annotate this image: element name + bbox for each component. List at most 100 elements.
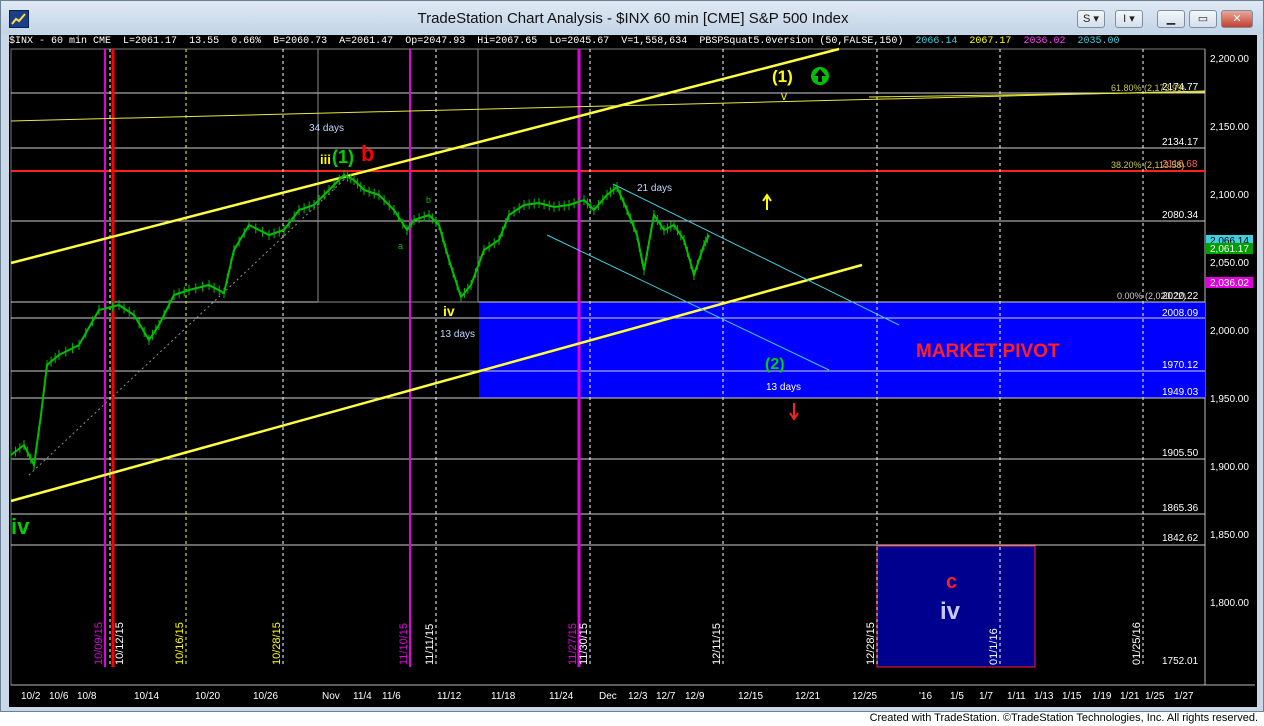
date-tick-label: 1/11	[1007, 691, 1026, 702]
price-tick-label: 2,150.00	[1210, 122, 1249, 133]
price-tick-label: 1,800.00	[1210, 598, 1249, 609]
wave-c-label: c	[946, 571, 957, 593]
price-chart[interactable]: 2,200.00 2,150.00 2,100.00 2,050.00 2,000.00…	[9, 35, 1257, 707]
vdate-9: 12/11/15	[711, 623, 723, 665]
date-tick-label: 10/2	[21, 691, 41, 702]
level-2080: 2080.34	[1162, 210, 1199, 221]
days-13-label-a: 13 days	[440, 329, 475, 340]
date-tick-label: Nov	[322, 691, 340, 702]
vdate-1: 10/09/15	[93, 622, 105, 665]
level-1949: 1949.03	[1162, 387, 1199, 398]
date-tick-label: '16	[919, 691, 932, 702]
price-tick-label: 1,950.00	[1210, 394, 1249, 405]
wave-b-small-label: b	[426, 195, 431, 205]
price-tick-label: 2,050.00	[1210, 258, 1249, 269]
s-button-label: S	[1083, 13, 1091, 25]
date-tick-label: 10/20	[195, 691, 220, 702]
close-icon: ✕	[1232, 13, 1242, 25]
level-1970: 1970.12	[1162, 360, 1199, 371]
price-tick-label: 2,000.00	[1210, 326, 1249, 337]
market-pivot-label: MARKET PIVOT	[916, 341, 1060, 362]
vdate-4: 10/28/15	[271, 622, 283, 665]
vdate-6: 11/11/15	[424, 624, 436, 665]
date-tick-label: 12/9	[685, 691, 705, 702]
date-tick-label: 1/15	[1062, 691, 1082, 702]
price-tick-label: 1,850.00	[1210, 530, 1249, 541]
wave-a-small-label: a	[398, 241, 403, 251]
i-button-label: I	[1123, 13, 1127, 25]
close-button[interactable]: ✕	[1221, 10, 1253, 28]
level-2134: 2134.17	[1162, 137, 1199, 148]
vdate-3: 10/16/15	[174, 622, 186, 665]
fib-trend-line	[28, 174, 350, 476]
date-tick-label: 11/12	[437, 691, 462, 702]
wave-2-label: (2)	[765, 356, 785, 373]
level-1752: 1752.01	[1162, 656, 1199, 667]
wave-1-label: (1)	[772, 67, 793, 86]
date-tick-label: 1/19	[1092, 691, 1112, 702]
date-tick-label: 11/24	[549, 691, 574, 702]
minimize-button[interactable]: ▁	[1157, 10, 1185, 28]
level-1905: 1905.50	[1162, 448, 1199, 459]
fib-382-label: 38.20% (2,113.58)	[1111, 160, 1184, 170]
date-tick-label: 12/3	[628, 691, 648, 702]
date-tick-label: Dec	[599, 691, 617, 702]
date-tick-label: 11/6	[382, 691, 401, 702]
date-tick-label: 11/18	[491, 691, 516, 702]
thin-yellow-line	[10, 90, 1206, 122]
date-tick-label: 1/5	[950, 691, 964, 702]
days-34-box	[317, 48, 479, 303]
upper-channel-line	[10, 47, 840, 265]
fib-0-label: 0.00% (2,020.22)	[1117, 291, 1186, 301]
wave-b-label: b	[361, 141, 374, 166]
wave-v-label: v	[781, 89, 787, 103]
wave-iv-mid-label: iv	[443, 303, 455, 319]
wave-1-green-label: (1)	[332, 147, 354, 167]
date-tick-label: 10/14	[134, 691, 159, 702]
yellow-up-arrow-icon	[762, 193, 772, 210]
fib-618-label: 61.80% (2,173.99)	[1111, 83, 1185, 93]
date-tick-label: 12/15	[738, 691, 763, 702]
days-21-label: 21 days	[637, 183, 672, 194]
maximize-button[interactable]: ▭	[1189, 10, 1217, 28]
date-tick-label: 11/4	[353, 691, 372, 702]
date-axis: 10/2 10/6 10/8 10/14 10/20 10/26 Nov 11/4 11/6 11…	[21, 691, 1194, 702]
date-tick-label: 10/8	[77, 691, 97, 702]
window-title: TradeStation Chart Analysis - $INX 60 mi…	[417, 10, 849, 27]
vdate-12: 01/25/16	[1131, 622, 1143, 665]
footer-credit: Created with TradeStation. ©TradeStation…	[869, 712, 1258, 724]
days-13-label-b: 13 days	[766, 382, 801, 393]
market-pivot-zone	[479, 302, 1205, 398]
date-tick-label: 12/7	[656, 691, 676, 702]
price-axis: 2,200.00 2,150.00 2,100.00 2,050.00 2,000.00…	[1210, 54, 1249, 609]
date-tick-label: 12/21	[795, 691, 820, 702]
date-tick-label: 1/13	[1034, 691, 1054, 702]
vdate-10: 12/28/15	[865, 622, 877, 665]
title-bar[interactable]: TradeStation Chart Analysis - $INX 60 mi…	[1, 1, 1263, 34]
maximize-icon: ▭	[1197, 13, 1209, 25]
chart-window: TradeStation Chart Analysis - $INX 60 mi…	[0, 0, 1264, 712]
price-tick-label: 2,200.00	[1210, 54, 1249, 65]
date-tick-label: 1/27	[1174, 691, 1194, 702]
wave-iv-box-label: iv	[940, 598, 961, 625]
level-2008: 2008.09	[1162, 308, 1199, 319]
minimize-icon: ▁	[1166, 13, 1176, 25]
chart-area[interactable]: $INX - 60 min CME L=2061.17 13.55 0.66% …	[9, 35, 1257, 707]
vdate-8: 11/30/15	[578, 623, 590, 665]
i-menu-button[interactable]: I ▾	[1115, 10, 1143, 28]
wave-iv-left-label: iv	[11, 514, 30, 539]
level-1865: 1865.36	[1162, 503, 1199, 514]
date-tick-label: 10/26	[253, 691, 278, 702]
date-tick-label: 1/7	[979, 691, 993, 702]
vdate-2: 10/12/15	[114, 622, 126, 665]
vdate-11: 01/1/16	[988, 628, 1000, 665]
s-menu-button[interactable]: S ▾	[1077, 10, 1105, 28]
days-34-label: 34 days	[309, 123, 344, 134]
date-tick-label: 1/21	[1120, 691, 1140, 702]
date-tick-label: 1/25	[1145, 691, 1165, 702]
wave-iii-label: iii	[320, 152, 331, 167]
price-tick-label: 1,900.00	[1210, 462, 1249, 473]
date-tick-label: 12/25	[852, 691, 877, 702]
level-1842: 1842.62	[1162, 533, 1199, 544]
last-price-text: 2,061.17	[1210, 244, 1249, 255]
